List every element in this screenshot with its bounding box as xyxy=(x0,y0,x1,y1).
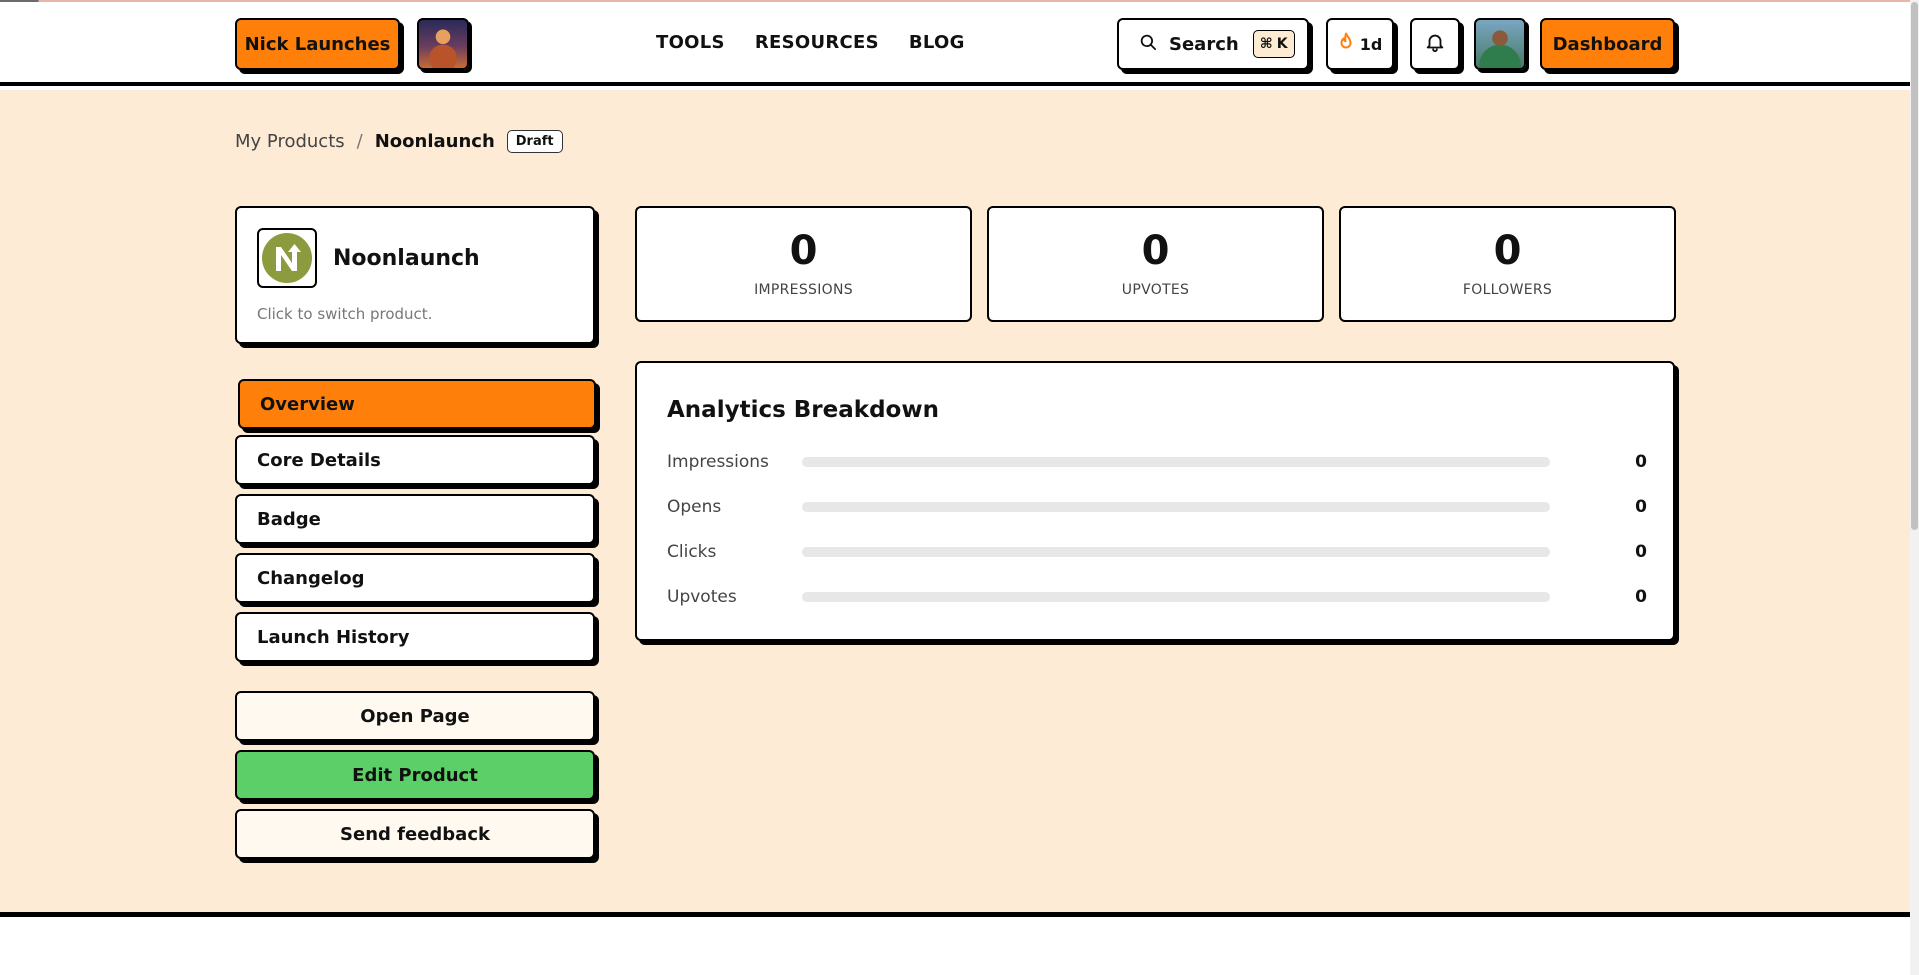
search-label: Search xyxy=(1169,33,1239,55)
product-switcher-card[interactable]: Noonlaunch Click to switch product. xyxy=(235,206,595,344)
breadcrumb: My Products / Noonlaunch Draft xyxy=(235,130,563,153)
breadcrumb-my-products[interactable]: My Products xyxy=(235,131,345,152)
page-scrollbar[interactable] xyxy=(1910,0,1919,975)
product-name: Noonlaunch xyxy=(333,246,480,271)
search-icon xyxy=(1139,33,1157,55)
stat-label: IMPRESSIONS xyxy=(754,282,853,298)
breakdown-row-opens: Opens 0 xyxy=(667,495,1647,519)
breakdown-progress-bar xyxy=(802,592,1550,602)
dashboard-button[interactable]: Dashboard xyxy=(1540,18,1675,70)
breakdown-row-clicks: Clicks 0 xyxy=(667,540,1647,564)
breakdown-value: 0 xyxy=(1635,497,1647,517)
breakdown-title: Analytics Breakdown xyxy=(667,397,939,423)
breadcrumb-current: Noonlaunch xyxy=(374,131,495,152)
breadcrumb-separator: / xyxy=(356,131,363,152)
breakdown-value: 0 xyxy=(1635,587,1647,607)
sidebar-item-badge[interactable]: Badge xyxy=(235,494,595,544)
breakdown-row-impressions: Impressions 0 xyxy=(667,450,1647,474)
breakdown-row-upvotes: Upvotes 0 xyxy=(667,585,1647,609)
stat-card-followers: 0 FOLLOWERS xyxy=(1339,206,1676,322)
stat-value: 0 xyxy=(1493,228,1522,274)
breakdown-label: Upvotes xyxy=(667,587,737,607)
breakdown-progress-bar xyxy=(802,457,1550,467)
nav-resources[interactable]: RESOURCES xyxy=(755,32,879,53)
scrollbar-thumb[interactable] xyxy=(1911,2,1918,530)
top-navbar: Nick Launches TOOLS RESOURCES BLOG Searc… xyxy=(0,2,1910,86)
stat-card-upvotes: 0 UPVOTES xyxy=(987,206,1324,322)
noonlaunch-logo-icon xyxy=(257,228,317,288)
footer xyxy=(0,922,1910,975)
flame-icon xyxy=(1338,32,1354,56)
stat-label: UPVOTES xyxy=(1121,282,1190,298)
notifications-button[interactable] xyxy=(1410,18,1460,70)
command-key-icon: ⌘ xyxy=(1259,36,1273,52)
nav-tools[interactable]: TOOLS xyxy=(656,32,725,53)
product-switch-hint: Click to switch product. xyxy=(257,305,433,323)
sidebar-item-changelog[interactable]: Changelog xyxy=(235,553,595,603)
analytics-breakdown-card: Analytics Breakdown Impressions 0 Opens … xyxy=(635,361,1675,641)
stat-card-impressions: 0 IMPRESSIONS xyxy=(635,206,972,322)
edit-product-button[interactable]: Edit Product xyxy=(235,750,595,800)
streak-label: 1d xyxy=(1359,34,1383,54)
open-page-button[interactable]: Open Page xyxy=(235,691,595,741)
breakdown-value: 0 xyxy=(1635,452,1647,472)
send-feedback-button[interactable]: Send feedback xyxy=(235,809,595,859)
breakdown-progress-bar xyxy=(802,547,1550,557)
breakdown-label: Opens xyxy=(667,497,722,517)
breakdown-progress-bar xyxy=(802,502,1550,512)
bell-icon xyxy=(1424,31,1446,57)
user-avatar[interactable] xyxy=(1474,18,1526,70)
breakdown-value: 0 xyxy=(1635,542,1647,562)
status-badge: Draft xyxy=(506,130,563,153)
stat-value: 0 xyxy=(1141,228,1170,274)
breakdown-label: Impressions xyxy=(667,452,769,472)
search-button[interactable]: Search ⌘ K xyxy=(1117,18,1309,70)
search-shortcut: ⌘ K xyxy=(1252,30,1295,58)
nav-blog[interactable]: BLOG xyxy=(909,32,965,53)
sidebar-item-overview[interactable]: Overview xyxy=(238,379,596,429)
stat-value: 0 xyxy=(789,228,818,274)
stat-label: FOLLOWERS xyxy=(1462,282,1553,298)
streak-button[interactable]: 1d xyxy=(1326,18,1394,70)
search-shortcut-key: K xyxy=(1276,36,1288,52)
breakdown-label: Clicks xyxy=(667,542,717,562)
sidebar-item-launch-history[interactable]: Launch History xyxy=(235,612,595,662)
main-nav: TOOLS RESOURCES BLOG xyxy=(656,32,965,53)
brand-button[interactable]: Nick Launches xyxy=(235,18,400,70)
sidebar-item-core-details[interactable]: Core Details xyxy=(235,435,595,485)
brand-avatar[interactable] xyxy=(417,18,469,70)
